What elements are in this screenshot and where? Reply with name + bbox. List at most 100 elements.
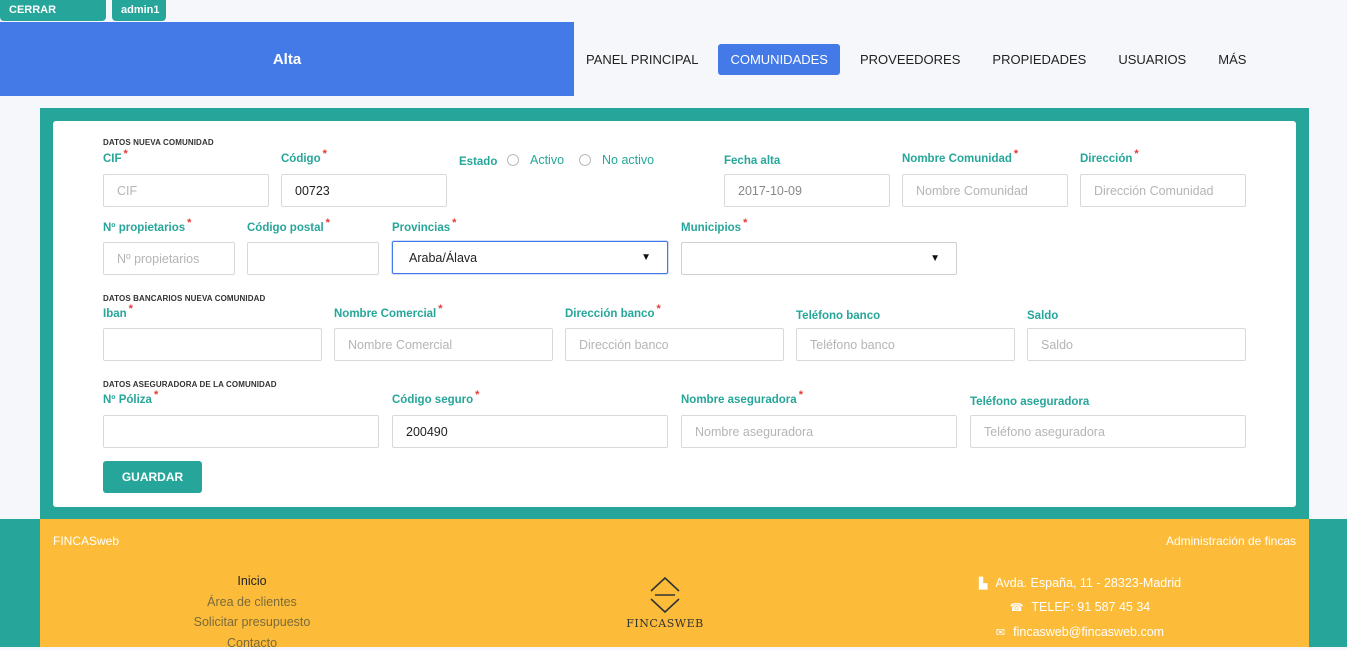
direccion-banco-input[interactable] bbox=[565, 328, 784, 361]
nombre-comercial-label: Nombre Comercial * bbox=[334, 304, 443, 320]
telefono-banco-input[interactable] bbox=[796, 328, 1015, 361]
footer-link-area-clientes[interactable]: Área de clientes bbox=[132, 595, 372, 609]
fecha-alta-input bbox=[724, 174, 890, 207]
footer-link-inicio[interactable]: Inicio bbox=[132, 574, 372, 588]
required-mark: * bbox=[153, 389, 159, 402]
codigo-postal-label: Código postal * bbox=[247, 218, 330, 234]
required-mark: * bbox=[325, 217, 330, 230]
codigo-seguro-input[interactable] bbox=[392, 415, 668, 448]
direccion-banco-label-text: Dirección banco bbox=[565, 308, 655, 320]
nav-comunidades[interactable]: COMUNIDADES bbox=[718, 43, 840, 75]
nombre-aseguradora-label: Nombre aseguradora * bbox=[681, 390, 803, 406]
section-title-bancarios: DATOS BANCARIOS NUEVA COMUNIDAD bbox=[103, 294, 266, 303]
required-mark: * bbox=[1013, 148, 1019, 161]
nombre-comunidad-label-text: Nombre Comunidad bbox=[902, 153, 1012, 165]
iban-label-text: Iban bbox=[103, 308, 127, 320]
footer-logo-text: FINCASWEB bbox=[626, 617, 704, 630]
n-propietarios-label-text: Nº propietarios bbox=[103, 222, 186, 234]
codigo-label: Código * bbox=[281, 149, 327, 165]
nav-propiedades[interactable]: PROPIEDADES bbox=[980, 44, 1098, 75]
required-mark: * bbox=[187, 217, 192, 230]
codigo-seguro-label: Código seguro * bbox=[392, 390, 479, 406]
radio-activo-label[interactable]: Activo bbox=[530, 153, 564, 167]
codigo-input[interactable] bbox=[281, 174, 447, 207]
direccion-input[interactable] bbox=[1080, 174, 1246, 207]
required-mark: * bbox=[438, 303, 443, 316]
nav-proveedores[interactable]: PROVEEDORES bbox=[848, 44, 972, 75]
footer-phone: ☎ TELEF: 91 587 45 34 bbox=[930, 600, 1230, 614]
nombre-aseguradora-input[interactable] bbox=[681, 415, 957, 448]
iban-label: Iban * bbox=[103, 304, 133, 320]
direccion-label: Dirección * bbox=[1080, 149, 1139, 165]
form-card: DATOS NUEVA COMUNIDAD CIF* Código* Estad… bbox=[53, 121, 1296, 507]
saldo-label: Saldo bbox=[1027, 310, 1059, 322]
chevron-down-icon: ▼ bbox=[930, 253, 940, 264]
footer-address-text: Avda. España, 11 - 28323-Madrid bbox=[995, 576, 1182, 590]
required-mark: * bbox=[798, 389, 803, 402]
direccion-label-text: Dirección bbox=[1080, 153, 1133, 165]
page-title: Alta bbox=[0, 22, 574, 96]
required-mark: * bbox=[322, 148, 327, 161]
footer-brand[interactable]: FINCASweb bbox=[53, 534, 119, 548]
telefono-banco-label: Teléfono banco bbox=[796, 310, 881, 322]
form-panel: DATOS NUEVA COMUNIDAD CIF* Código* Estad… bbox=[40, 108, 1309, 519]
nombre-comunidad-input[interactable] bbox=[902, 174, 1068, 207]
telefono-aseguradora-label: Teléfono aseguradora bbox=[970, 396, 1090, 408]
cif-input[interactable] bbox=[103, 174, 269, 207]
fecha-alta-label: Fecha alta bbox=[724, 155, 781, 167]
nav-usuarios[interactable]: USUARIOS bbox=[1106, 44, 1198, 75]
municipios-label-text: Municipios bbox=[681, 222, 742, 234]
required-mark: * bbox=[656, 303, 661, 316]
footer-tagline: Administración de fincas bbox=[1165, 534, 1296, 548]
provincias-select[interactable]: Araba/Álava ▼ bbox=[392, 241, 668, 274]
required-mark: * bbox=[1134, 148, 1139, 161]
building-icon: ▙ bbox=[978, 578, 988, 590]
provincias-label: Provincias * bbox=[392, 218, 456, 234]
nombre-aseguradora-label-text: Nombre aseguradora bbox=[681, 394, 797, 406]
required-mark: * bbox=[452, 217, 457, 230]
radio-no-activo-label[interactable]: No activo bbox=[602, 153, 654, 167]
telefono-aseguradora-input[interactable] bbox=[970, 415, 1246, 448]
envelope-icon: ✉ bbox=[995, 627, 1006, 639]
codigo-label-text: Código bbox=[281, 153, 321, 165]
user-badge[interactable]: admin1 bbox=[112, 0, 166, 21]
main-nav: PANEL PRINCIPAL COMUNIDADES PROVEEDORES … bbox=[574, 22, 1266, 96]
logout-button[interactable]: CERRAR SESIÓN bbox=[0, 0, 106, 37]
radio-no-activo[interactable] bbox=[579, 154, 591, 166]
cif-label-text: CIF bbox=[103, 153, 122, 165]
n-poliza-label: Nº Póliza * bbox=[103, 390, 158, 406]
required-mark: * bbox=[743, 217, 748, 230]
footer-link-solicitar-presupuesto[interactable]: Solicitar presupuesto bbox=[132, 615, 372, 629]
codigo-postal-input[interactable] bbox=[247, 242, 379, 275]
page-title-text: Alta bbox=[272, 50, 302, 68]
provincias-label-text: Provincias bbox=[392, 222, 451, 234]
footer-address: ▙ Avda. España, 11 - 28323-Madrid bbox=[930, 576, 1230, 590]
codigo-postal-label-text: Código postal bbox=[247, 222, 324, 234]
footer-phone-text: TELEF: 91 587 45 34 bbox=[1031, 600, 1151, 614]
n-poliza-label-text: Nº Póliza bbox=[103, 394, 152, 406]
footer-email[interactable]: ✉ fincasweb@fincasweb.com bbox=[930, 625, 1230, 639]
estado-label: Estado bbox=[459, 156, 498, 168]
footer: FINCASweb Administración de fincas Inici… bbox=[40, 519, 1309, 650]
required-mark: * bbox=[128, 303, 133, 316]
save-button[interactable]: GUARDAR bbox=[103, 461, 202, 493]
radio-activo[interactable] bbox=[507, 154, 519, 166]
section-title-aseguradora: DATOS ASEGURADORA DE LA COMUNIDAD bbox=[103, 380, 277, 389]
n-poliza-input[interactable] bbox=[103, 415, 379, 448]
section-title-comunidad: DATOS NUEVA COMUNIDAD bbox=[103, 138, 214, 147]
nav-mas[interactable]: MÁS bbox=[1206, 44, 1258, 75]
footer-link-contacto[interactable]: Contacto bbox=[132, 636, 372, 650]
fincasweb-logo-icon bbox=[650, 576, 680, 614]
codigo-seguro-label-text: Código seguro bbox=[392, 394, 474, 406]
saldo-input[interactable] bbox=[1027, 328, 1246, 361]
footer-email-text[interactable]: fincasweb@fincasweb.com bbox=[1013, 625, 1164, 639]
nombre-comercial-label-text: Nombre Comercial bbox=[334, 308, 437, 320]
required-mark: * bbox=[123, 148, 128, 161]
nombre-comercial-input[interactable] bbox=[334, 328, 553, 361]
iban-input[interactable] bbox=[103, 328, 322, 361]
municipios-label: Municipios * bbox=[681, 218, 747, 234]
nav-panel-principal[interactable]: PANEL PRINCIPAL bbox=[574, 44, 710, 75]
n-propietarios-input[interactable] bbox=[103, 242, 235, 275]
municipios-select[interactable]: ▼ bbox=[681, 242, 957, 275]
provincias-selected-value: Araba/Álava bbox=[409, 250, 478, 265]
